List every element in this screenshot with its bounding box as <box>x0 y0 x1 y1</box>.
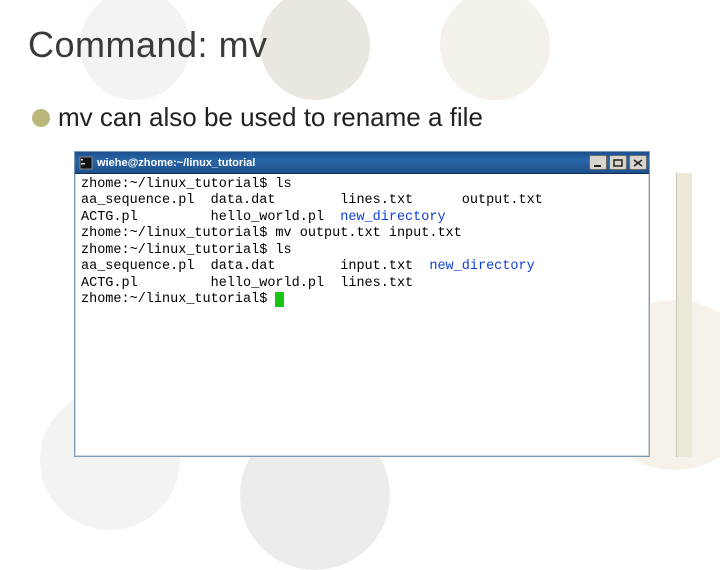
maximize-button[interactable] <box>609 155 627 170</box>
terminal-line: zhome:~/linux_tutorial$ ls <box>81 177 643 193</box>
cursor-icon <box>275 292 284 307</box>
terminal-output: zhome:~/linux_tutorial$ lsaa_sequence.pl… <box>75 174 649 456</box>
terminal-text: zhome:~/linux_tutorial$ mv output.txt in… <box>81 226 462 241</box>
close-button[interactable] <box>629 155 647 170</box>
bullet-icon <box>32 109 50 127</box>
terminal-line: zhome:~/linux_tutorial$ ls <box>81 243 643 259</box>
slide-title: Command: mv <box>28 24 692 66</box>
terminal-line: zhome:~/linux_tutorial$ mv output.txt in… <box>81 226 643 242</box>
terminal-text: ACTG.pl hello_world.pl lines.txt <box>81 276 413 291</box>
terminal-line: aa_sequence.pl data.dat lines.txt output… <box>81 193 643 209</box>
terminal-line: zhome:~/linux_tutorial$ <box>81 292 643 308</box>
terminal-line: ACTG.pl hello_world.pl new_directory <box>81 210 643 226</box>
terminal-text: ACTG.pl hello_world.pl <box>81 210 340 225</box>
terminal-line: ACTG.pl hello_world.pl lines.txt <box>81 276 643 292</box>
bullet-item: mv can also be used to rename a file <box>32 102 692 133</box>
vertical-scrollbar[interactable] <box>676 173 692 457</box>
terminal-text: aa_sequence.pl data.dat lines.txt output… <box>81 193 543 208</box>
terminal-window: wiehe@zhome:~/linux_tutorial zhome:~/lin… <box>74 151 650 457</box>
minimize-button[interactable] <box>589 155 607 170</box>
terminal-text: zhome:~/linux_tutorial$ ls <box>81 177 292 192</box>
terminal-text: aa_sequence.pl data.dat input.txt <box>81 259 429 274</box>
window-title: wiehe@zhome:~/linux_tutorial <box>97 157 589 169</box>
terminal-text: zhome:~/linux_tutorial$ <box>81 292 275 307</box>
terminal-line: aa_sequence.pl data.dat input.txt new_di… <box>81 259 643 275</box>
terminal-text: zhome:~/linux_tutorial$ ls <box>81 243 292 258</box>
directory-name: new_directory <box>429 259 534 274</box>
bullet-text: mv can also be used to rename a file <box>58 102 483 133</box>
app-icon <box>79 156 93 170</box>
window-titlebar: wiehe@zhome:~/linux_tutorial <box>75 152 649 174</box>
directory-name: new_directory <box>340 210 445 225</box>
